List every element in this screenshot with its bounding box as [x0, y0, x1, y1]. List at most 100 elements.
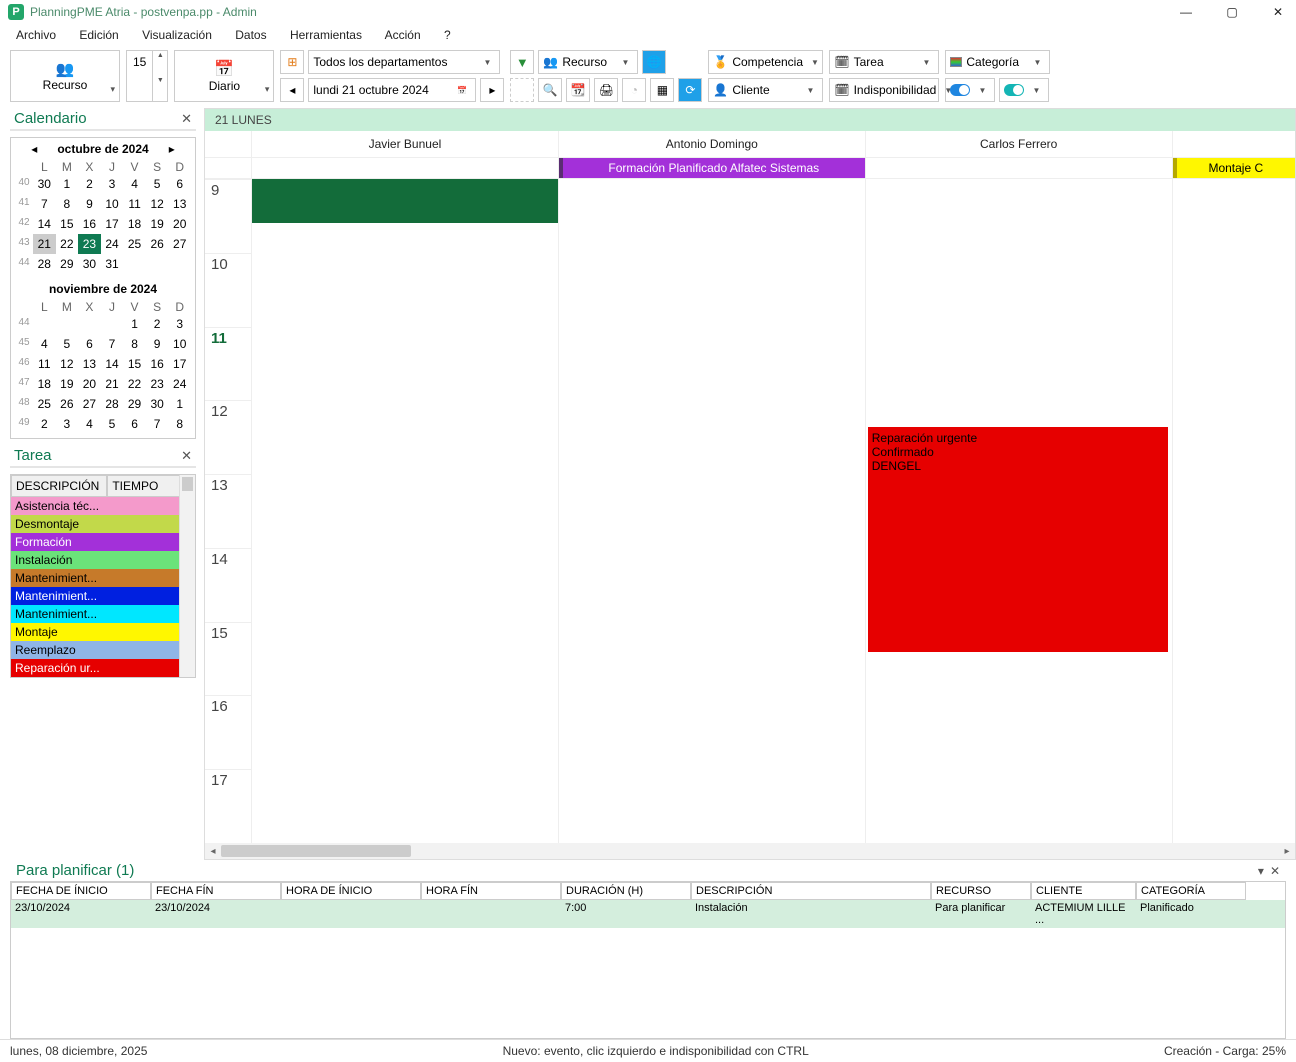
categoria-dropdown[interactable]: Categoría ▼ [945, 50, 1050, 74]
calendar-day[interactable] [123, 254, 146, 274]
calendar-day[interactable]: 19 [146, 214, 169, 234]
calendar-day[interactable] [56, 314, 79, 334]
calendar-day[interactable]: 18 [33, 374, 56, 394]
plan-col-header[interactable]: RECURSO [931, 882, 1031, 900]
calendar-day[interactable]: 26 [146, 234, 169, 254]
calendar-day[interactable]: 17 [101, 214, 124, 234]
calendar-day[interactable]: 23 [146, 374, 169, 394]
calendar-day[interactable]: 3 [168, 314, 191, 334]
plan-col-header[interactable]: DESCRIPCIÓN [691, 882, 931, 900]
calendar-day[interactable]: 7 [101, 334, 124, 354]
cal-insert-icon[interactable]: 📆 [566, 78, 590, 102]
calendar-day[interactable]: 5 [101, 414, 124, 434]
calendar-day[interactable]: 7 [33, 194, 56, 214]
recurso-button[interactable]: 👥 Recurso ▾ [10, 50, 120, 102]
menu-archivo[interactable]: Archivo [16, 28, 56, 42]
task-item[interactable]: Desmontaje [11, 515, 195, 533]
search-button[interactable]: 🔍 [538, 78, 562, 102]
task-item[interactable]: Mantenimient... [11, 587, 195, 605]
interval-spinner[interactable]: 15 ▲▼ [126, 50, 168, 102]
event-formacion[interactable]: Formación Planificado Alfatec Sistemas [559, 158, 865, 178]
calendar-day[interactable] [33, 314, 56, 334]
calendar-day[interactable]: 6 [123, 414, 146, 434]
menu-edicion[interactable]: Edición [79, 28, 118, 42]
calendar-day[interactable]: 22 [123, 374, 146, 394]
calendar-day[interactable]: 29 [123, 394, 146, 414]
task-item[interactable]: Formación [11, 533, 195, 551]
departamentos-dropdown[interactable]: Todos los departamentos ▼ [308, 50, 500, 74]
calendar-day[interactable]: 10 [101, 194, 124, 214]
globe-icon[interactable]: 🌐 [642, 50, 666, 74]
menu-herramientas[interactable]: Herramientas [290, 28, 362, 42]
calendar-day[interactable]: 11 [33, 354, 56, 374]
calendar-day[interactable]: 29 [56, 254, 79, 274]
calendar-day[interactable]: 14 [33, 214, 56, 234]
plan-col-header[interactable]: FECHA DE ÍNICIO [11, 882, 151, 900]
calendar-day[interactable]: 14 [101, 354, 124, 374]
calendar-day[interactable]: 24 [168, 374, 191, 394]
filter-button[interactable]: ▼ [510, 50, 534, 74]
scrollbar[interactable] [179, 475, 195, 677]
resource-col[interactable] [1172, 131, 1295, 157]
grid-col[interactable] [251, 179, 558, 843]
tarea-dropdown[interactable]: 🗓 Tarea ▼ [829, 50, 939, 74]
task-item[interactable]: Reemplazo [11, 641, 195, 659]
close-icon[interactable]: ✕ [181, 111, 192, 127]
plan-col-header[interactable]: DURACIÓN (H) [561, 882, 691, 900]
refresh-icon[interactable]: ⟳ [678, 78, 702, 102]
calendar-day[interactable]: 12 [56, 354, 79, 374]
calendar-day[interactable]: 2 [33, 414, 56, 434]
calendar-day[interactable]: 28 [33, 254, 56, 274]
date-next-button[interactable]: ▸ [480, 78, 504, 102]
resource-col[interactable]: Antonio Domingo [558, 131, 865, 157]
calendar-day[interactable]: 10 [168, 334, 191, 354]
task-item[interactable]: Reparación ur... [11, 659, 195, 677]
diario-button[interactable]: 📅 Diario ▾ [174, 50, 274, 102]
grid-col[interactable] [1172, 179, 1295, 843]
print-button[interactable]: 🖨 [594, 78, 618, 102]
calendar-day[interactable]: 24 [101, 234, 124, 254]
month-prev-button[interactable]: ◂ [31, 142, 37, 156]
calendar-day[interactable]: 31 [101, 254, 124, 274]
date-prev-button[interactable]: ◂ [280, 78, 304, 102]
minimize-button[interactable]: — [1176, 5, 1196, 19]
calendar-day[interactable]: 30 [146, 394, 169, 414]
calendar-day[interactable]: 3 [101, 174, 124, 194]
calendar-day[interactable]: 4 [123, 174, 146, 194]
spin-down-icon[interactable]: ▼ [153, 76, 167, 101]
allday-cell[interactable]: Montaje C [1172, 158, 1295, 178]
calendar-day[interactable]: 17 [168, 354, 191, 374]
calendar-day[interactable]: 16 [78, 214, 101, 234]
calendar-day[interactable]: 4 [33, 334, 56, 354]
calendar-day[interactable]: 20 [78, 374, 101, 394]
competencia-dropdown[interactable]: 🏅 Competencia ▼ [708, 50, 823, 74]
calendar-day[interactable]: 12 [146, 194, 169, 214]
pie-icon[interactable]: ◔ [622, 78, 646, 102]
calendar-day[interactable]: 13 [168, 194, 191, 214]
calendar-day[interactable]: 15 [56, 214, 79, 234]
select-tool[interactable] [510, 78, 534, 102]
calendar-day[interactable]: 21 [101, 374, 124, 394]
close-button[interactable]: ✕ [1268, 5, 1288, 19]
resource-col[interactable]: Javier Bunuel [251, 131, 558, 157]
calendar-day[interactable] [146, 254, 169, 274]
calendar-day[interactable]: 2 [146, 314, 169, 334]
recurso-dropdown[interactable]: 👥 Recurso ▼ [538, 50, 638, 74]
spin-up-icon[interactable]: ▲ [153, 51, 167, 76]
plan-col-header[interactable]: HORA DE ÍNICIO [281, 882, 421, 900]
horizontal-scrollbar[interactable]: ◂▸ [205, 843, 1295, 859]
datepicker[interactable]: lundi 21 octubre 2024 📅 [308, 78, 476, 102]
menu-visualizacion[interactable]: Visualización [142, 28, 212, 42]
calendar-day[interactable]: 5 [56, 334, 79, 354]
cliente-dropdown[interactable]: 👤 Cliente ▼ [708, 78, 823, 102]
calendar-day[interactable]: 5 [146, 174, 169, 194]
excel-icon[interactable]: ▦ [650, 78, 674, 102]
calendar-day[interactable]: 25 [33, 394, 56, 414]
calendar-day[interactable]: 21 [33, 234, 56, 254]
close-icon[interactable]: ✕ [1270, 864, 1280, 878]
grid-col[interactable] [558, 179, 865, 843]
task-item[interactable]: Mantenimient... [11, 605, 195, 623]
task-item[interactable]: Montaje [11, 623, 195, 641]
plan-col-header[interactable]: CATEGORÍA [1136, 882, 1246, 900]
menu-datos[interactable]: Datos [235, 28, 266, 42]
